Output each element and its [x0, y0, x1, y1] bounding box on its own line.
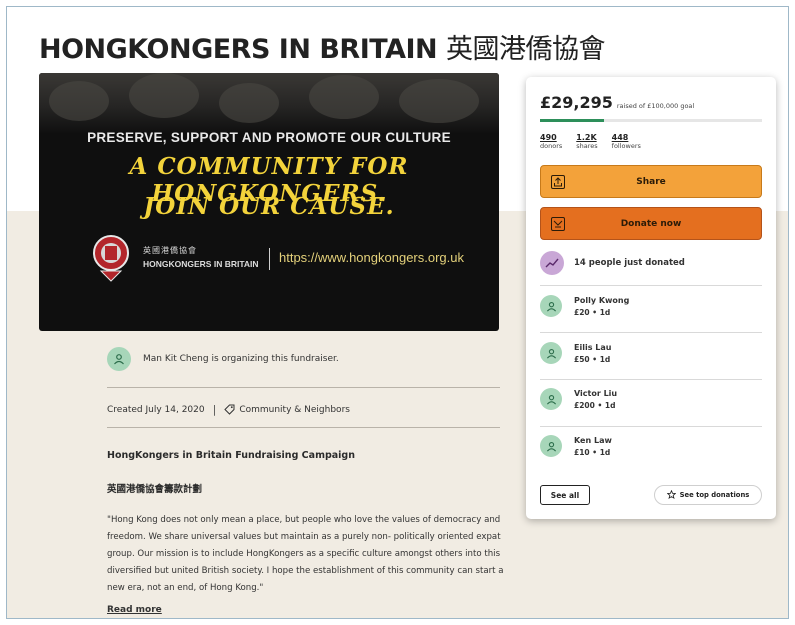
donor-dot: •	[592, 447, 598, 457]
organizer-text: Man Kit Cheng is organizing this fundrai…	[143, 354, 339, 364]
donor-item: Victor Liu £200 • 1d	[540, 388, 617, 410]
donor-name: Polly Kwong	[574, 295, 630, 305]
hero-url: https://www.hongkongers.org.uk	[279, 250, 464, 265]
person-icon	[540, 342, 562, 364]
raised-amount: £29,295	[540, 93, 613, 112]
see-all-button[interactable]: See all	[540, 485, 590, 505]
share-label: Share	[636, 176, 666, 187]
donor-dot: •	[592, 307, 598, 317]
stats-row: 490 donors 1.2K shares 448 followers	[540, 133, 655, 150]
tag-icon	[224, 404, 235, 415]
donor-meta: £200 • 1d	[574, 401, 617, 410]
donor-time: 1d	[599, 447, 611, 457]
see-top-donations-label: See top donations	[679, 491, 750, 499]
created-row: Created July 14, 2020 | Community & Neig…	[107, 403, 350, 416]
donor-amount: £10	[574, 447, 590, 457]
donor-time: 1d	[599, 307, 611, 317]
goal-text: raised of £100,000 goal	[616, 102, 695, 110]
donor-name: Victor Liu	[574, 388, 618, 398]
divider	[540, 285, 762, 286]
donor-time: 1d	[604, 400, 616, 410]
stat-label: followers	[611, 142, 641, 150]
star-icon	[666, 489, 677, 501]
divider	[540, 332, 762, 333]
donor-time: 1d	[599, 354, 611, 364]
details-separator: |	[212, 403, 217, 416]
donor-item: Eilis Lau £50 • 1d	[540, 342, 611, 364]
donate-icon	[551, 217, 565, 231]
trending-icon	[540, 251, 564, 275]
hero-divider	[269, 248, 270, 270]
stat-value: 490	[540, 133, 557, 142]
person-icon	[540, 435, 562, 457]
donor-meta: £10 • 1d	[574, 448, 612, 457]
raised-amount-row: £29,295 raised of £100,000 goal	[540, 93, 694, 112]
donor-amount: £50	[574, 354, 590, 364]
donate-now-button[interactable]: Donate now	[540, 207, 762, 240]
divider	[540, 426, 762, 427]
donor-dot: •	[597, 400, 603, 410]
donor-dot: •	[592, 354, 598, 364]
stat-label: shares	[576, 142, 598, 150]
donation-card: £29,295 raised of £100,000 goal 490 dono…	[526, 77, 776, 519]
page-title: HONGKONGERS IN BRITAIN 英國港僑協會	[39, 27, 606, 66]
stat-donors[interactable]: 490 donors	[540, 133, 562, 150]
hero-org-cjk: 英國港僑協會	[143, 246, 197, 255]
donor-item: Polly Kwong £20 • 1d	[540, 295, 629, 317]
page-title-text: HONGKONGERS IN BRITAIN	[39, 34, 438, 65]
share-icon	[551, 175, 565, 189]
divider	[107, 387, 500, 388]
crowd-photo	[39, 73, 499, 133]
progress-bar	[540, 119, 762, 122]
progress-fill	[540, 119, 605, 122]
divider	[107, 427, 500, 428]
organizer-row: Man Kit Cheng is organizing this fundrai…	[107, 347, 339, 371]
stat-value: 448	[611, 133, 629, 142]
hero-banner-image: PRESERVE, SUPPORT AND PROMOTE OUR CULTUR…	[39, 73, 499, 331]
donor-meta: £20 • 1d	[574, 308, 629, 317]
campaign-description: "Hong Kong does not only mean a place, b…	[107, 515, 504, 593]
just-donated-row: 14 people just donated	[540, 251, 685, 275]
campaign-title: HongKongers in Britain Fundraising Campa…	[107, 450, 355, 461]
divider	[540, 379, 762, 380]
person-icon	[107, 347, 131, 371]
donor-name: Ken Law	[574, 435, 612, 445]
read-more-link[interactable]: Read more	[107, 605, 162, 615]
stat-followers[interactable]: 448 followers	[612, 133, 641, 150]
stat-value: 1.2K	[576, 133, 597, 142]
category-link[interactable]: Community & Neighbors	[239, 405, 350, 415]
crest-logo	[93, 235, 129, 282]
see-top-donations-button[interactable]: See top donations	[654, 485, 762, 505]
person-icon	[540, 295, 562, 317]
donate-label: Donate now	[620, 218, 682, 229]
person-icon	[540, 388, 562, 410]
donor-amount: £20	[574, 307, 590, 317]
hero-org-en: HONGKONGERS IN BRITAIN	[143, 259, 259, 269]
donor-meta: £50 • 1d	[574, 355, 611, 364]
donor-amount: £200	[574, 400, 595, 410]
just-donated-text: 14 people just donated	[574, 258, 685, 268]
stat-label: donors	[540, 142, 563, 150]
created-date: Created July 14, 2020	[107, 404, 205, 415]
donor-name: Eilis Lau	[574, 342, 612, 352]
page-frame: HONGKONGERS IN BRITAIN 英國港僑協會 PRESERVE, …	[6, 6, 789, 619]
share-button[interactable]: Share	[540, 165, 762, 198]
campaign-title-cjk: 英國港僑協會籌款計劃	[107, 484, 203, 495]
stat-shares[interactable]: 1.2K shares	[576, 133, 597, 150]
donor-item: Ken Law £10 • 1d	[540, 435, 612, 457]
hero-headline-2: JOIN OUR CAUSE.	[143, 193, 395, 220]
page-title-cjk: 英國港僑協會	[446, 34, 606, 65]
hero-tagline: PRESERVE, SUPPORT AND PROMOTE OUR CULTUR…	[87, 130, 451, 145]
